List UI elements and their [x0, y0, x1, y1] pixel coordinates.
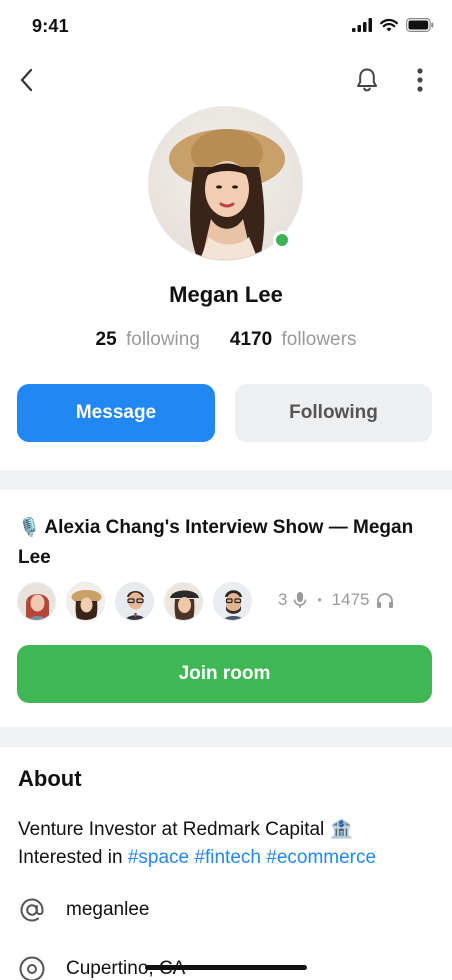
cellular-signal-icon	[352, 18, 372, 32]
username-row: meganlee	[18, 896, 149, 924]
following-button[interactable]: Following	[235, 384, 432, 442]
headphones-icon	[376, 592, 393, 608]
bio-interests: Interested in #space #fintech #ecommerce	[18, 844, 438, 872]
section-divider	[0, 727, 452, 747]
hashtag-link[interactable]: #ecommerce	[266, 847, 376, 868]
chevron-left-icon	[20, 68, 33, 92]
studio-microphone-icon: 🎙️	[18, 517, 41, 537]
profile-avatar[interactable]	[148, 106, 303, 261]
about-heading: About	[18, 766, 82, 791]
profile-stats: 25 following 4170 followers	[0, 329, 452, 351]
hashtag-link[interactable]: #space	[128, 847, 189, 868]
notifications-button[interactable]	[352, 64, 382, 96]
speaker-avatar[interactable]	[164, 582, 203, 621]
nav-bar	[0, 58, 452, 102]
bio-line: Venture Investor at Redmark Capital 🏦	[18, 819, 354, 840]
microphone-icon	[294, 592, 307, 608]
more-vertical-icon	[417, 68, 423, 92]
room-title[interactable]: 🎙️ Alexia Chang's Interview Show — Megan …	[18, 512, 438, 573]
section-divider	[0, 470, 452, 490]
room-title-text: Alexia Chang's Interview Show — Megan Le…	[18, 517, 414, 568]
following-stat[interactable]: 25 following	[96, 329, 200, 351]
profile-name: Megan Lee	[169, 282, 283, 307]
listener-count: 1475	[331, 590, 370, 609]
battery-icon	[406, 18, 434, 32]
speaker-avatar[interactable]	[213, 582, 252, 621]
speaker-avatar[interactable]	[115, 582, 154, 621]
speaker-count: 3	[278, 590, 288, 609]
stats-separator: •	[317, 593, 322, 607]
back-button[interactable]	[12, 64, 40, 96]
status-bar: 9:41	[0, 0, 452, 54]
followers-count: 4170	[229, 329, 273, 350]
status-time: 9:41	[32, 16, 69, 36]
following-label: following	[125, 329, 200, 350]
username: meganlee	[66, 899, 150, 920]
speaker-avatar[interactable]	[17, 582, 56, 621]
room-stats: 3 • 1475	[278, 590, 394, 610]
hashtag-link[interactable]: #fintech	[194, 847, 261, 868]
bell-icon	[357, 68, 377, 92]
interests-prefix: Interested in	[18, 847, 123, 868]
followers-label: followers	[281, 329, 357, 350]
more-options-button[interactable]	[406, 64, 434, 96]
location-pin-icon	[19, 956, 45, 980]
about-bio: Venture Investor at Redmark Capital 🏦 In…	[18, 816, 438, 872]
followers-stat[interactable]: 4170 followers	[230, 329, 357, 351]
following-count: 25	[95, 329, 117, 350]
speaker-avatars	[17, 582, 252, 621]
speaker-avatar[interactable]	[66, 582, 105, 621]
online-status-dot	[273, 231, 291, 249]
wifi-icon	[380, 19, 398, 32]
status-icons	[352, 18, 434, 32]
message-button[interactable]: Message	[17, 384, 215, 442]
home-indicator[interactable]	[145, 965, 307, 970]
at-sign-icon	[20, 898, 44, 922]
join-room-button[interactable]: Join room	[17, 645, 432, 703]
